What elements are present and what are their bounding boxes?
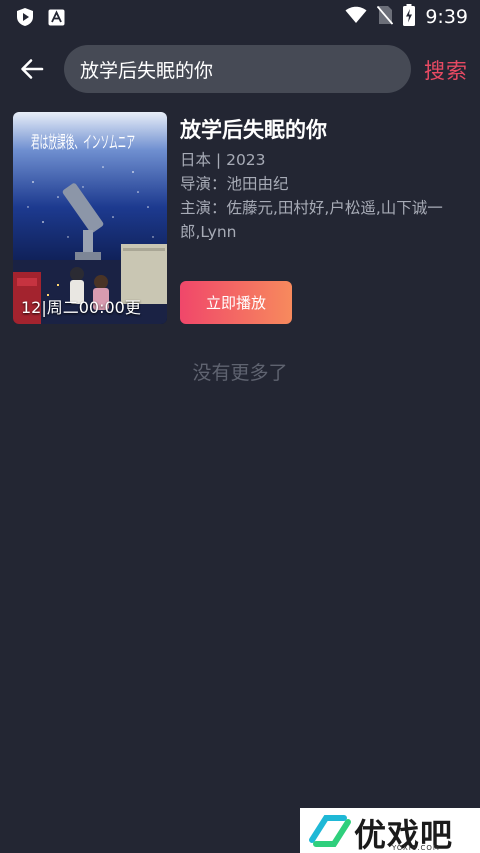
result-title[interactable]: 放学后失眠的你 <box>180 115 467 145</box>
status-right: 9:39 <box>345 4 468 30</box>
status-time: 9:39 <box>425 6 468 28</box>
watermark-icon <box>309 815 351 847</box>
play-now-button[interactable]: 立即播放 <box>180 281 292 324</box>
battery-charging-icon <box>403 4 416 30</box>
back-button[interactable] <box>16 54 48 84</box>
arrow-left-icon <box>21 59 44 79</box>
status-left <box>16 7 65 31</box>
result-director: 导演：池田由纪 <box>180 175 289 193</box>
status-bar: 9:39 <box>0 0 480 34</box>
poster-title-art: 君は放課後、インソムニア <box>31 133 135 153</box>
result-region-year: 日本 | 2023 <box>180 151 266 169</box>
result-card[interactable]: 君は放課後、インソムニア 12|周二00:00更 放学后失眠的你 日本 | 20… <box>13 112 467 326</box>
watermark-subtext: YOXI8.COM <box>392 844 440 852</box>
poster-art: 君は放課後、インソムニア <box>13 112 167 324</box>
search-input[interactable] <box>64 45 411 93</box>
poster-image[interactable]: 君は放課後、インソムニア 12|周二00:00更 <box>13 112 167 324</box>
no-sim-icon <box>377 5 394 29</box>
font-a-icon <box>48 9 65 30</box>
watermark-logo: 优戏吧 YOXI8.COM <box>300 808 480 853</box>
result-info: 放学后失眠的你 日本 | 2023 导演：池田由纪 主演：佐藤元,田村好,户松遥… <box>180 112 467 244</box>
screen: 9:39 搜索 <box>0 0 480 853</box>
poster-caption: 12|周二00:00更 <box>21 298 141 317</box>
wifi-icon <box>345 6 367 28</box>
no-more-text: 没有更多了 <box>192 362 288 384</box>
shield-play-icon <box>16 7 34 31</box>
search-button[interactable]: 搜索 <box>424 55 468 85</box>
result-cast: 主演：佐藤元,田村好,户松遥,山下诚一郎,Lynn <box>180 199 443 241</box>
search-bar: 搜索 <box>0 44 480 94</box>
